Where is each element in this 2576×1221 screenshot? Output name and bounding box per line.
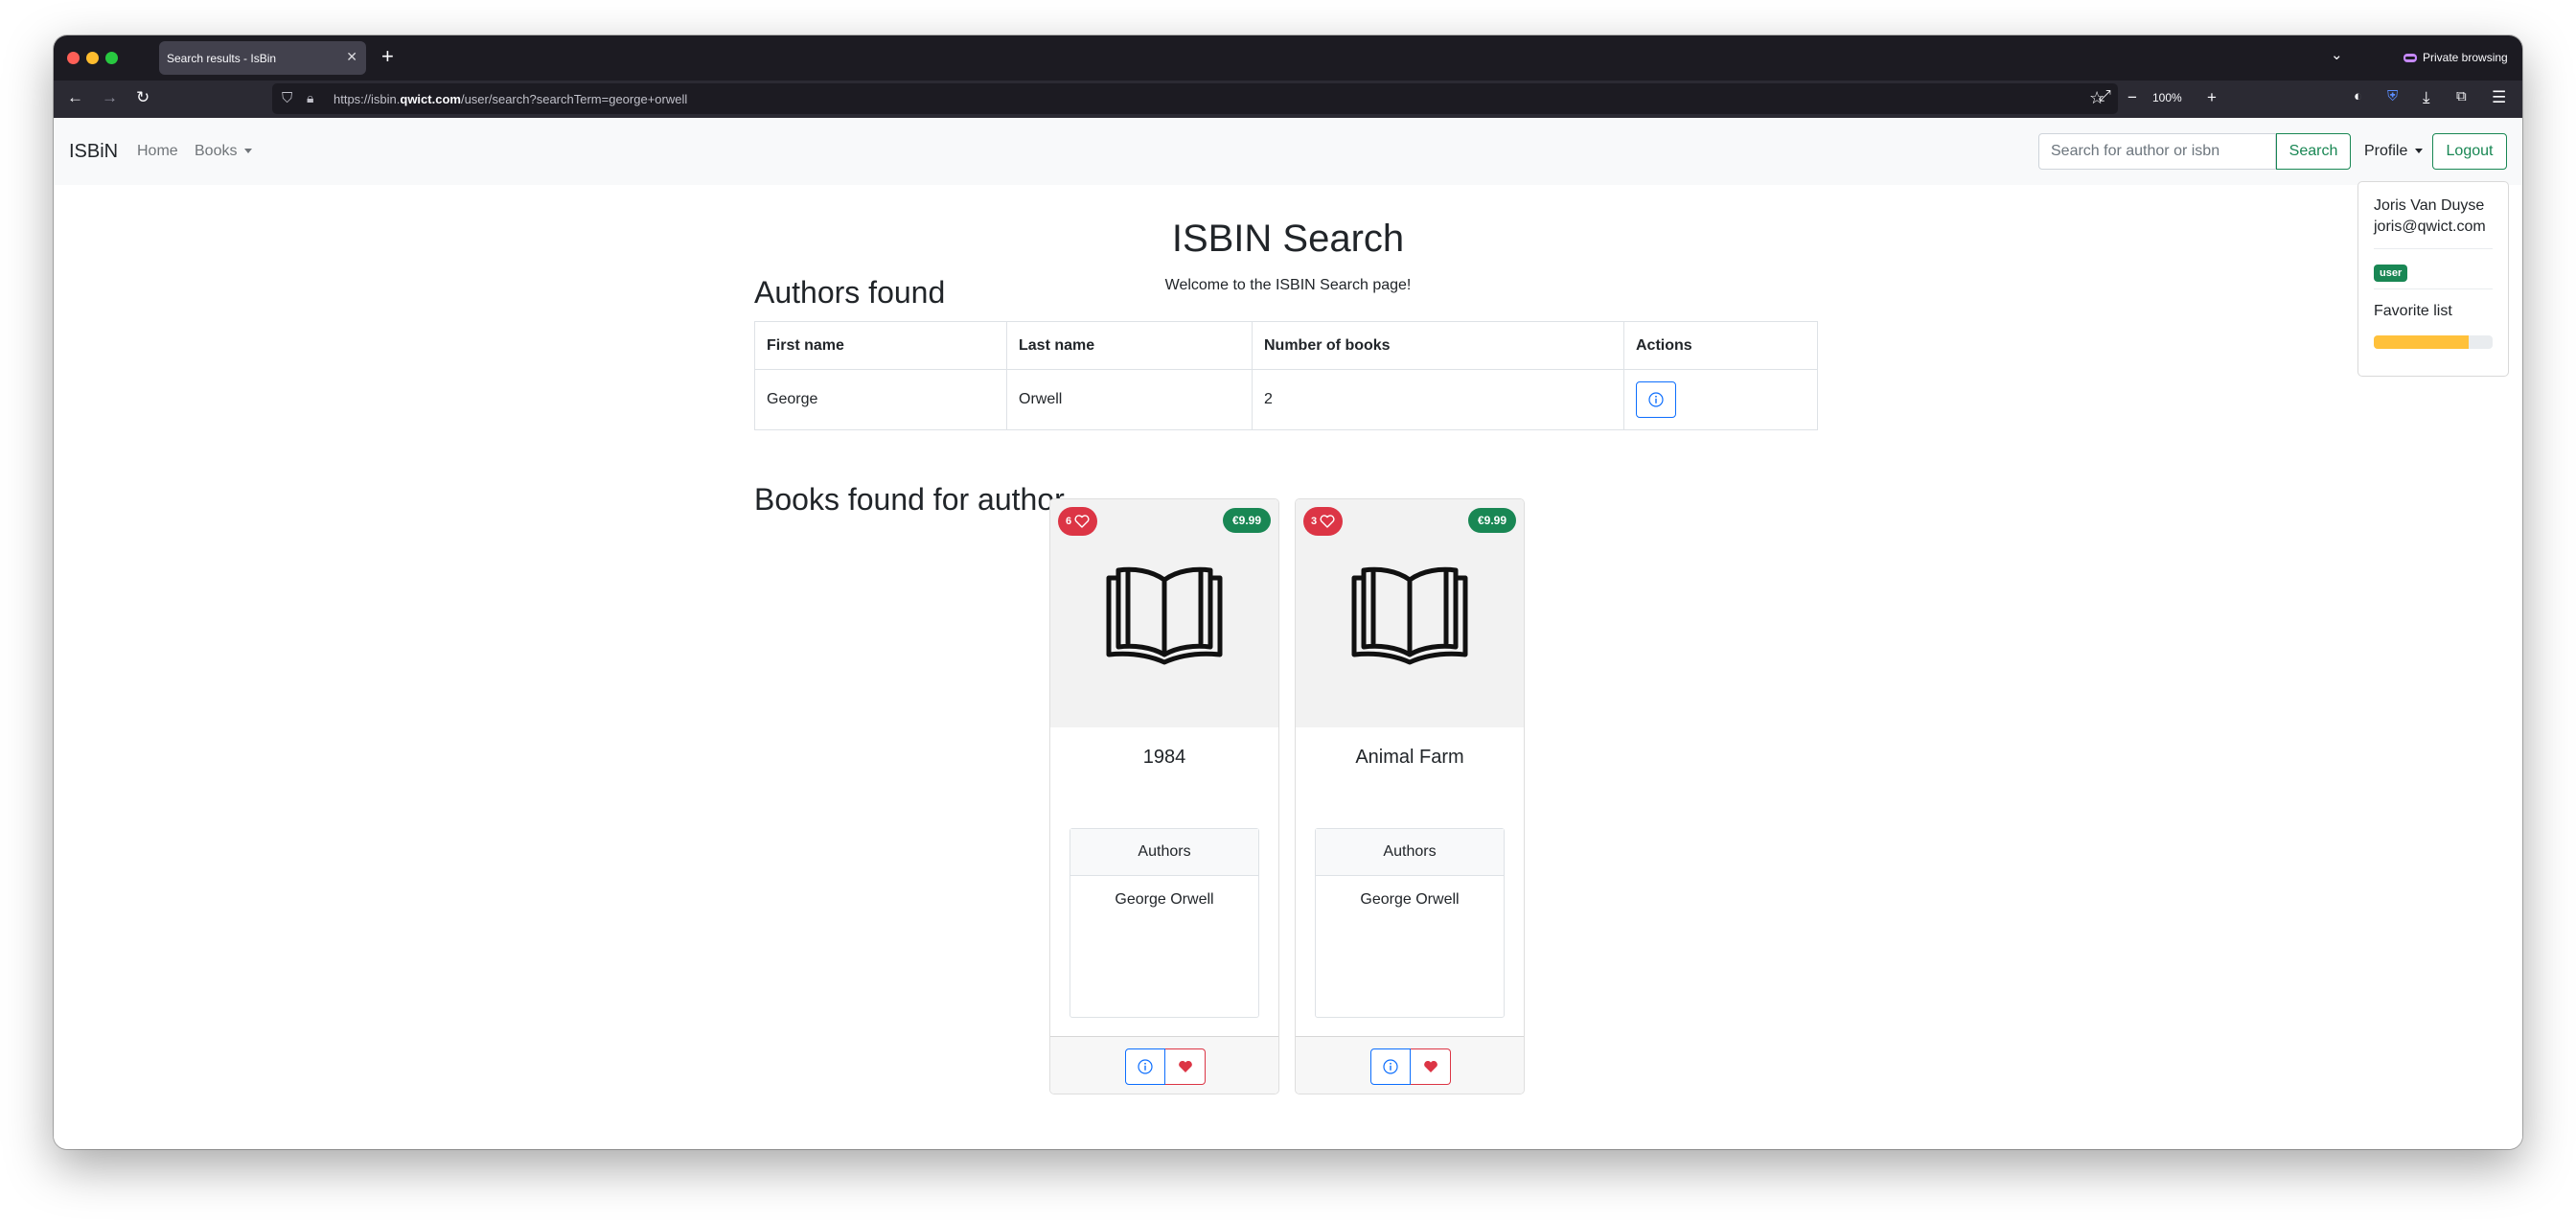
table-row: George Orwell 2 (754, 369, 1818, 430)
authors-heading: Authors found (754, 275, 946, 310)
page-title: ISBIN Search (1171, 218, 1405, 260)
heart-filled-icon (1423, 1060, 1438, 1072)
author-info-button[interactable] (1636, 381, 1676, 418)
favorite-button[interactable] (1165, 1048, 1206, 1085)
caret-down-icon (2415, 149, 2424, 154)
search-input[interactable] (2038, 133, 2276, 170)
extensions-puzzle-icon[interactable]: ⧉ (2456, 88, 2467, 104)
book-card: 3 €9.99 Animal Farm Authors George Orwel… (1295, 498, 1525, 1094)
books-heading: Books found for author (754, 482, 1065, 517)
column-header: Number of books (1252, 321, 1624, 370)
book-card: 6 €9.99 1984 Authors George Orwell (1049, 498, 1279, 1094)
maximize-window-button[interactable] (105, 52, 118, 64)
private-mask-icon (2404, 53, 2417, 62)
downloads-icon[interactable]: ⤓ (2423, 88, 2430, 107)
info-circle-icon (1383, 1059, 1398, 1074)
zoom-level[interactable]: 100% (2152, 91, 2182, 104)
favorite-progress (2374, 335, 2493, 349)
column-header: First name (754, 321, 1007, 370)
authors-panel-header: Authors (1070, 829, 1258, 876)
card-actions (1125, 1048, 1206, 1085)
lock-icon[interactable]: 🔒︎ (307, 90, 313, 106)
web-page: ISBiN Home Books Search Profile Logout J… (54, 118, 2522, 1149)
authors-panel-header: Authors (1316, 829, 1504, 876)
address-bar[interactable]: ⛉ 🔒︎ https://isbin.qwict.com/user/search… (272, 83, 2118, 114)
profile-name: Joris Van Duyse (2374, 197, 2485, 214)
brand-logo[interactable]: ISBiN (69, 141, 118, 163)
like-count: 3 (1311, 516, 1318, 527)
search-button[interactable]: Search (2276, 133, 2351, 170)
open-book-icon (1351, 566, 1468, 665)
logout-button[interactable]: Logout (2432, 133, 2507, 170)
browser-toolbar: ← → ↻ ⛉ 🔒︎ https://isbin.qwict.com/user/… (54, 81, 2522, 118)
open-book-icon (1106, 566, 1223, 665)
price-badge: €9.99 (1467, 508, 1516, 533)
info-circle-icon (1648, 392, 1664, 407)
close-tab-icon[interactable]: ✕ (346, 49, 357, 65)
card-footer (1296, 1036, 1524, 1094)
book-author-name: George Orwell (1360, 891, 1460, 908)
book-authors-panel: Authors George Orwell (1315, 828, 1505, 1018)
first-name-cell: George (754, 369, 1007, 430)
back-arrow-icon[interactable]: ← (67, 88, 83, 107)
book-info-button[interactable] (1125, 1048, 1165, 1085)
table-header-row: First name Last name Number of books Act… (754, 321, 1818, 370)
nav-books-dropdown[interactable]: Books (195, 143, 253, 160)
heart-outline-icon (1074, 515, 1090, 528)
nav-home-link[interactable]: Home (137, 143, 178, 160)
like-count-badge: 3 (1303, 507, 1344, 536)
heart-outline-icon (1320, 515, 1335, 528)
favorite-progress-bar (2374, 335, 2470, 349)
private-browsing-label: Private browsing (2423, 51, 2508, 64)
browser-tab[interactable]: Search results - IsBin ✕ (159, 41, 366, 75)
book-count-cell: 2 (1252, 369, 1624, 430)
heart-filled-icon (1178, 1060, 1192, 1072)
profile-dropdown-toggle[interactable]: Profile (2364, 143, 2424, 160)
browser-window: Search results - IsBin ✕ + ⌄ Private bro… (54, 35, 2522, 1149)
welcome-text: Welcome to the ISBIN Search page! (1164, 277, 1412, 293)
actions-cell (1623, 369, 1818, 430)
column-header: Last name (1006, 321, 1253, 370)
price-badge: €9.99 (1222, 508, 1271, 533)
zoom-out-icon[interactable]: − (2128, 88, 2137, 107)
favorite-list-link[interactable]: Favorite list (2374, 303, 2452, 320)
book-title: Animal Farm (1355, 747, 1464, 768)
shield-extension-icon[interactable]: ⛨ (2387, 88, 2398, 104)
book-image: 6 €9.99 (1050, 499, 1278, 727)
close-window-button[interactable] (67, 52, 80, 64)
hamburger-menu-icon[interactable]: ☰ (2492, 88, 2506, 107)
forward-arrow-icon[interactable]: → (102, 88, 118, 107)
book-info-button[interactable] (1370, 1048, 1411, 1085)
like-count-badge: 6 (1058, 507, 1098, 536)
book-author-name: George Orwell (1115, 891, 1214, 908)
zoom-in-icon[interactable]: + (2207, 88, 2217, 107)
like-count: 6 (1066, 516, 1072, 527)
favorite-button[interactable] (1411, 1048, 1451, 1085)
browser-tab-bar: Search results - IsBin ✕ + ⌄ Private bro… (54, 35, 2522, 81)
tab-list-chevron-icon[interactable]: ⌄ (2331, 46, 2343, 63)
column-header: Actions (1623, 321, 1818, 370)
book-authors-panel: Authors George Orwell (1070, 828, 1259, 1018)
card-actions (1370, 1048, 1451, 1085)
tracking-shield-icon[interactable]: ⛉ (282, 90, 292, 106)
tab-title: Search results - IsBin (167, 52, 277, 65)
reload-icon[interactable]: ↻ (136, 88, 150, 107)
minimize-window-button[interactable] (86, 52, 99, 64)
new-tab-icon[interactable]: + (381, 44, 394, 69)
book-image: 3 €9.99 (1296, 499, 1524, 727)
last-name-cell: Orwell (1006, 369, 1253, 430)
url-text: https://isbin.qwict.com/user/search?sear… (334, 92, 688, 106)
authors-table: First name Last name Number of books Act… (754, 321, 1818, 430)
fullscreen-icon[interactable]: ⤢ (2099, 88, 2111, 105)
info-circle-icon (1138, 1059, 1153, 1074)
card-footer (1050, 1036, 1278, 1094)
book-title: 1984 (1142, 747, 1186, 768)
extension-icon[interactable]: ◐ (2354, 88, 2362, 104)
app-navbar: ISBiN Home Books Search Profile Logout (54, 118, 2522, 185)
private-browsing-indicator: Private browsing (2404, 51, 2508, 64)
caret-down-icon (244, 149, 253, 154)
